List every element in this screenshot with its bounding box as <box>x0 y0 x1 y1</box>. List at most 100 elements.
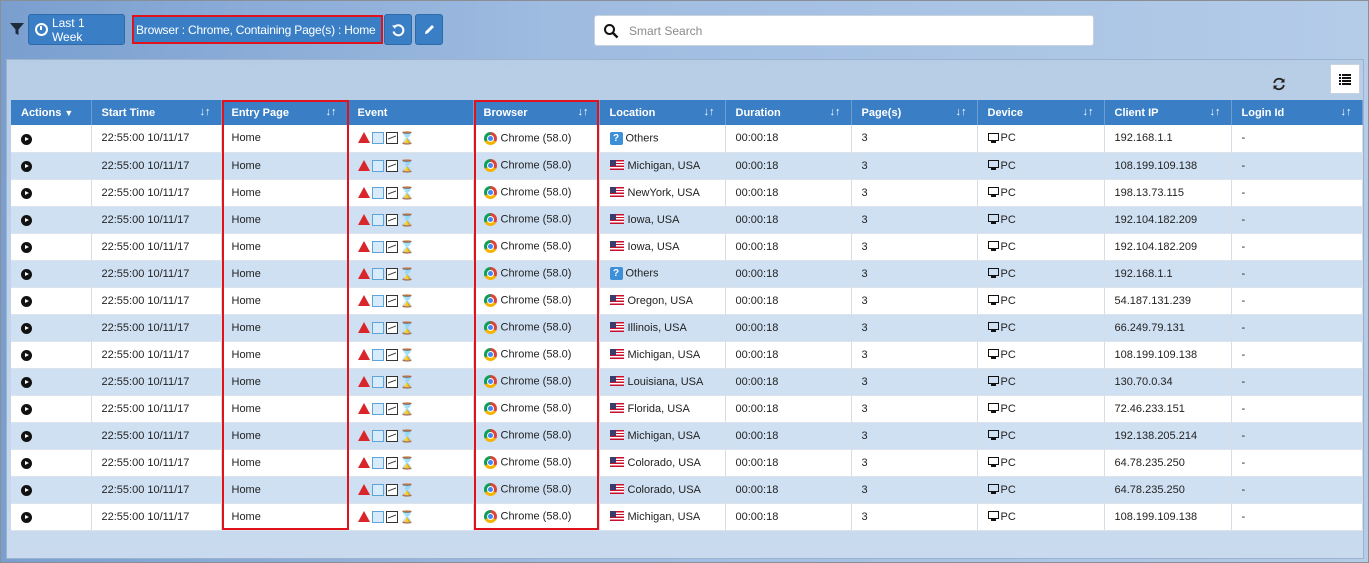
page-event-icon[interactable] <box>371 294 384 307</box>
sort-icon[interactable]: ↓↑ <box>200 106 211 118</box>
table-row[interactable]: 22:55:00 10/11/17 Home ⌛ Chrome (58.0) Color… <box>11 449 1363 477</box>
table-row[interactable]: 22:55:00 10/11/17 Home ⌛ Chrome (58.0) Michi… <box>11 152 1363 180</box>
hourglass-icon[interactable]: ⌛ <box>400 160 415 172</box>
table-row[interactable]: 22:55:00 10/11/17 Home ⌛ Chrome (58.0) Michi… <box>11 422 1363 450</box>
page-event-icon[interactable] <box>371 348 384 361</box>
warning-icon[interactable] <box>357 456 370 468</box>
sort-icon[interactable]: ↓↑ <box>704 106 715 118</box>
play-session-icon[interactable] <box>21 512 32 523</box>
play-session-icon[interactable] <box>21 269 32 280</box>
date-range-button[interactable]: Last 1 Week <box>28 14 125 45</box>
hourglass-icon[interactable]: ⌛ <box>400 484 415 496</box>
hourglass-icon[interactable]: ⌛ <box>400 241 415 253</box>
table-row[interactable]: 22:55:00 10/11/17 Home ⌛ Chrome (58.0) Iowa,… <box>11 206 1363 234</box>
col-header-pages[interactable]: Page(s) ↓↑ <box>851 100 978 125</box>
sort-icon[interactable]: ↓↑ <box>326 106 337 118</box>
hourglass-icon[interactable]: ⌛ <box>400 132 415 144</box>
reset-filter-button[interactable] <box>384 14 412 45</box>
sort-icon[interactable]: ↓↑ <box>1083 106 1094 118</box>
table-row[interactable]: 22:55:00 10/11/17 Home ⌛ Chrome (58.0)? Othe… <box>11 260 1363 288</box>
hourglass-icon[interactable]: ⌛ <box>400 268 415 280</box>
page-event-icon[interactable] <box>371 456 384 469</box>
table-row[interactable]: 22:55:00 10/11/17 Home ⌛ Chrome (58.0) Michi… <box>11 503 1363 531</box>
page-event-icon[interactable] <box>371 267 384 280</box>
column-chooser-button[interactable] <box>1330 64 1360 94</box>
col-header-client-ip[interactable]: Client IP ↓↑ <box>1104 100 1232 125</box>
col-header-actions[interactable]: Actions ▼ <box>11 100 92 125</box>
play-session-icon[interactable] <box>21 350 32 361</box>
play-session-icon[interactable] <box>21 161 32 172</box>
hourglass-icon[interactable]: ⌛ <box>400 430 415 442</box>
page-event-icon[interactable] <box>371 402 384 415</box>
table-row[interactable]: 22:55:00 10/11/17 Home ⌛ Chrome (58.0) NewYo… <box>11 179 1363 207</box>
table-row[interactable]: 22:55:00 10/11/17 Home ⌛ Chrome (58.0) Orego… <box>11 287 1363 315</box>
warning-icon[interactable] <box>357 294 370 306</box>
screenshot-icon[interactable] <box>385 483 398 496</box>
page-event-icon[interactable] <box>371 213 384 226</box>
sort-icon[interactable]: ↓↑ <box>956 106 967 118</box>
screenshot-icon[interactable] <box>385 402 398 415</box>
screenshot-icon[interactable] <box>385 510 398 523</box>
screenshot-icon[interactable] <box>385 294 398 307</box>
play-session-icon[interactable] <box>21 296 32 307</box>
play-session-icon[interactable] <box>21 215 32 226</box>
sort-icon[interactable]: ↓↑ <box>1341 106 1352 118</box>
hourglass-icon[interactable]: ⌛ <box>400 349 415 361</box>
page-event-icon[interactable] <box>371 483 384 496</box>
screenshot-icon[interactable] <box>385 213 398 226</box>
screenshot-icon[interactable] <box>385 132 398 145</box>
warning-icon[interactable] <box>357 483 370 495</box>
warning-icon[interactable] <box>357 213 370 225</box>
hourglass-icon[interactable]: ⌛ <box>400 214 415 226</box>
warning-icon[interactable] <box>357 375 370 387</box>
hourglass-icon[interactable]: ⌛ <box>400 376 415 388</box>
sort-icon[interactable]: ↓↑ <box>578 106 589 118</box>
page-event-icon[interactable] <box>371 132 384 145</box>
warning-icon[interactable] <box>357 240 370 252</box>
warning-icon[interactable] <box>357 321 370 333</box>
screenshot-icon[interactable] <box>385 267 398 280</box>
screenshot-icon[interactable] <box>385 240 398 253</box>
screenshot-icon[interactable] <box>385 159 398 172</box>
smart-search-box[interactable] <box>594 15 1094 46</box>
table-row[interactable]: 22:55:00 10/11/17 Home ⌛ Chrome (58.0) Michi… <box>11 341 1363 369</box>
smart-search-input[interactable] <box>629 23 1069 38</box>
col-header-event[interactable]: Event <box>347 100 474 125</box>
screenshot-icon[interactable] <box>385 429 398 442</box>
table-row[interactable]: 22:55:00 10/11/17 Home ⌛ Chrome (58.0) Iowa,… <box>11 233 1363 261</box>
hourglass-icon[interactable]: ⌛ <box>400 322 415 334</box>
col-header-location[interactable]: Location ↓↑ <box>599 100 726 125</box>
screenshot-icon[interactable] <box>385 375 398 388</box>
table-row[interactable]: 22:55:00 10/11/17 Home ⌛ Chrome (58.0) Illin… <box>11 314 1363 342</box>
play-session-icon[interactable] <box>21 323 32 334</box>
refresh-button[interactable] <box>1269 74 1289 94</box>
play-session-icon[interactable] <box>21 133 32 145</box>
table-row[interactable]: 22:55:00 10/11/17 Home ⌛ Chrome (58.0) Flori… <box>11 395 1363 423</box>
hourglass-icon[interactable]: ⌛ <box>400 187 415 199</box>
warning-icon[interactable] <box>357 132 370 144</box>
play-session-icon[interactable] <box>21 485 32 496</box>
col-header-entry-page[interactable]: Entry Page ↓↑ <box>221 100 348 125</box>
table-row[interactable]: 22:55:00 10/11/17 Home ⌛ Chrome (58.0) Louis… <box>11 368 1363 396</box>
page-event-icon[interactable] <box>371 186 384 199</box>
page-event-icon[interactable] <box>371 159 384 172</box>
warning-icon[interactable] <box>357 402 370 414</box>
page-event-icon[interactable] <box>371 510 384 523</box>
warning-icon[interactable] <box>357 267 370 279</box>
hourglass-icon[interactable]: ⌛ <box>400 511 415 523</box>
col-header-duration[interactable]: Duration ↓↑ <box>725 100 852 125</box>
play-session-icon[interactable] <box>21 404 32 415</box>
sort-icon[interactable]: ↓↑ <box>1210 106 1221 118</box>
warning-icon[interactable] <box>357 510 370 522</box>
warning-icon[interactable] <box>357 159 370 171</box>
play-session-icon[interactable] <box>21 377 32 388</box>
col-header-device[interactable]: Device ↓↑ <box>977 100 1105 125</box>
screenshot-icon[interactable] <box>385 456 398 469</box>
screenshot-icon[interactable] <box>385 186 398 199</box>
play-session-icon[interactable] <box>21 188 32 199</box>
edit-filter-button[interactable] <box>415 14 443 45</box>
warning-icon[interactable] <box>357 429 370 441</box>
page-event-icon[interactable] <box>371 375 384 388</box>
warning-icon[interactable] <box>357 186 370 198</box>
active-filter-tag[interactable]: Browser : Chrome, Containing Page(s) : H… <box>132 15 383 44</box>
